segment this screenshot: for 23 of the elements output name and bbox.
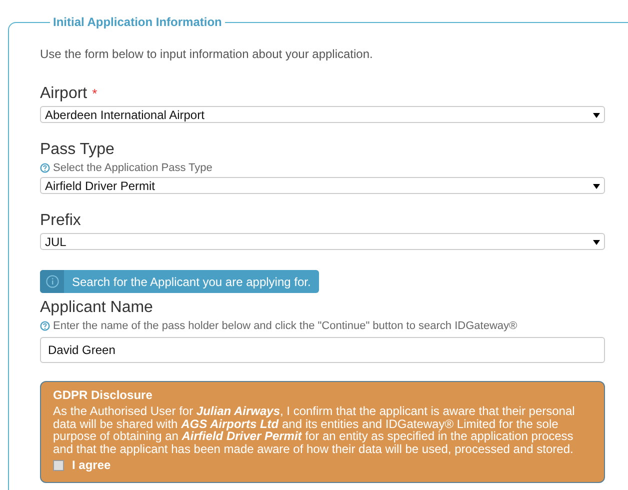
caret-icon	[593, 112, 600, 118]
caret-icon	[593, 240, 600, 244]
help-icon	[40, 321, 50, 331]
gdpr-text: As the Authorised User for Julian Airways, I confirm that the applicant is aware that their personal data will be shared with AGS Airports Ltd and its entities and IDGateway® Limited for the sole purpose of obtaining an Airfield Driver Permit for an entity as specified in the application process and that the applicant has been made aware of how their data will be used, processed and stored.	[53, 405, 576, 455]
dropdown-select[interactable]: JUL	[40, 233, 605, 250]
info-icon	[46, 275, 58, 288]
field-label: Airport	[40, 85, 88, 103]
gdpr-title: GDPR Disclosure	[53, 388, 154, 402]
help-icon	[40, 163, 50, 173]
applicant-name-field[interactable]: David Green	[40, 337, 605, 363]
agree-label: I agree	[72, 458, 111, 472]
agree-checkbox[interactable]	[53, 460, 64, 470]
dropdown-select[interactable]: Airfield Driver Permit	[40, 177, 605, 194]
field-hint: Enter the name of the pass holder below and click the "Continue" button to search IDGateway®	[53, 320, 518, 332]
field-label: Applicant Name	[40, 299, 153, 317]
intro-text: Use the form below to input information about your application.	[40, 47, 374, 61]
caret-icon	[593, 184, 600, 188]
dropdown-select[interactable]: Aberdeen International Airport	[40, 106, 605, 123]
section-legend: Initial Application Information	[50, 15, 225, 29]
field-hint: Select the Application Pass Type	[53, 162, 212, 174]
required-mark: *	[92, 85, 98, 103]
field-label: Prefix	[40, 212, 81, 230]
field-label: Pass Type	[40, 141, 114, 159]
